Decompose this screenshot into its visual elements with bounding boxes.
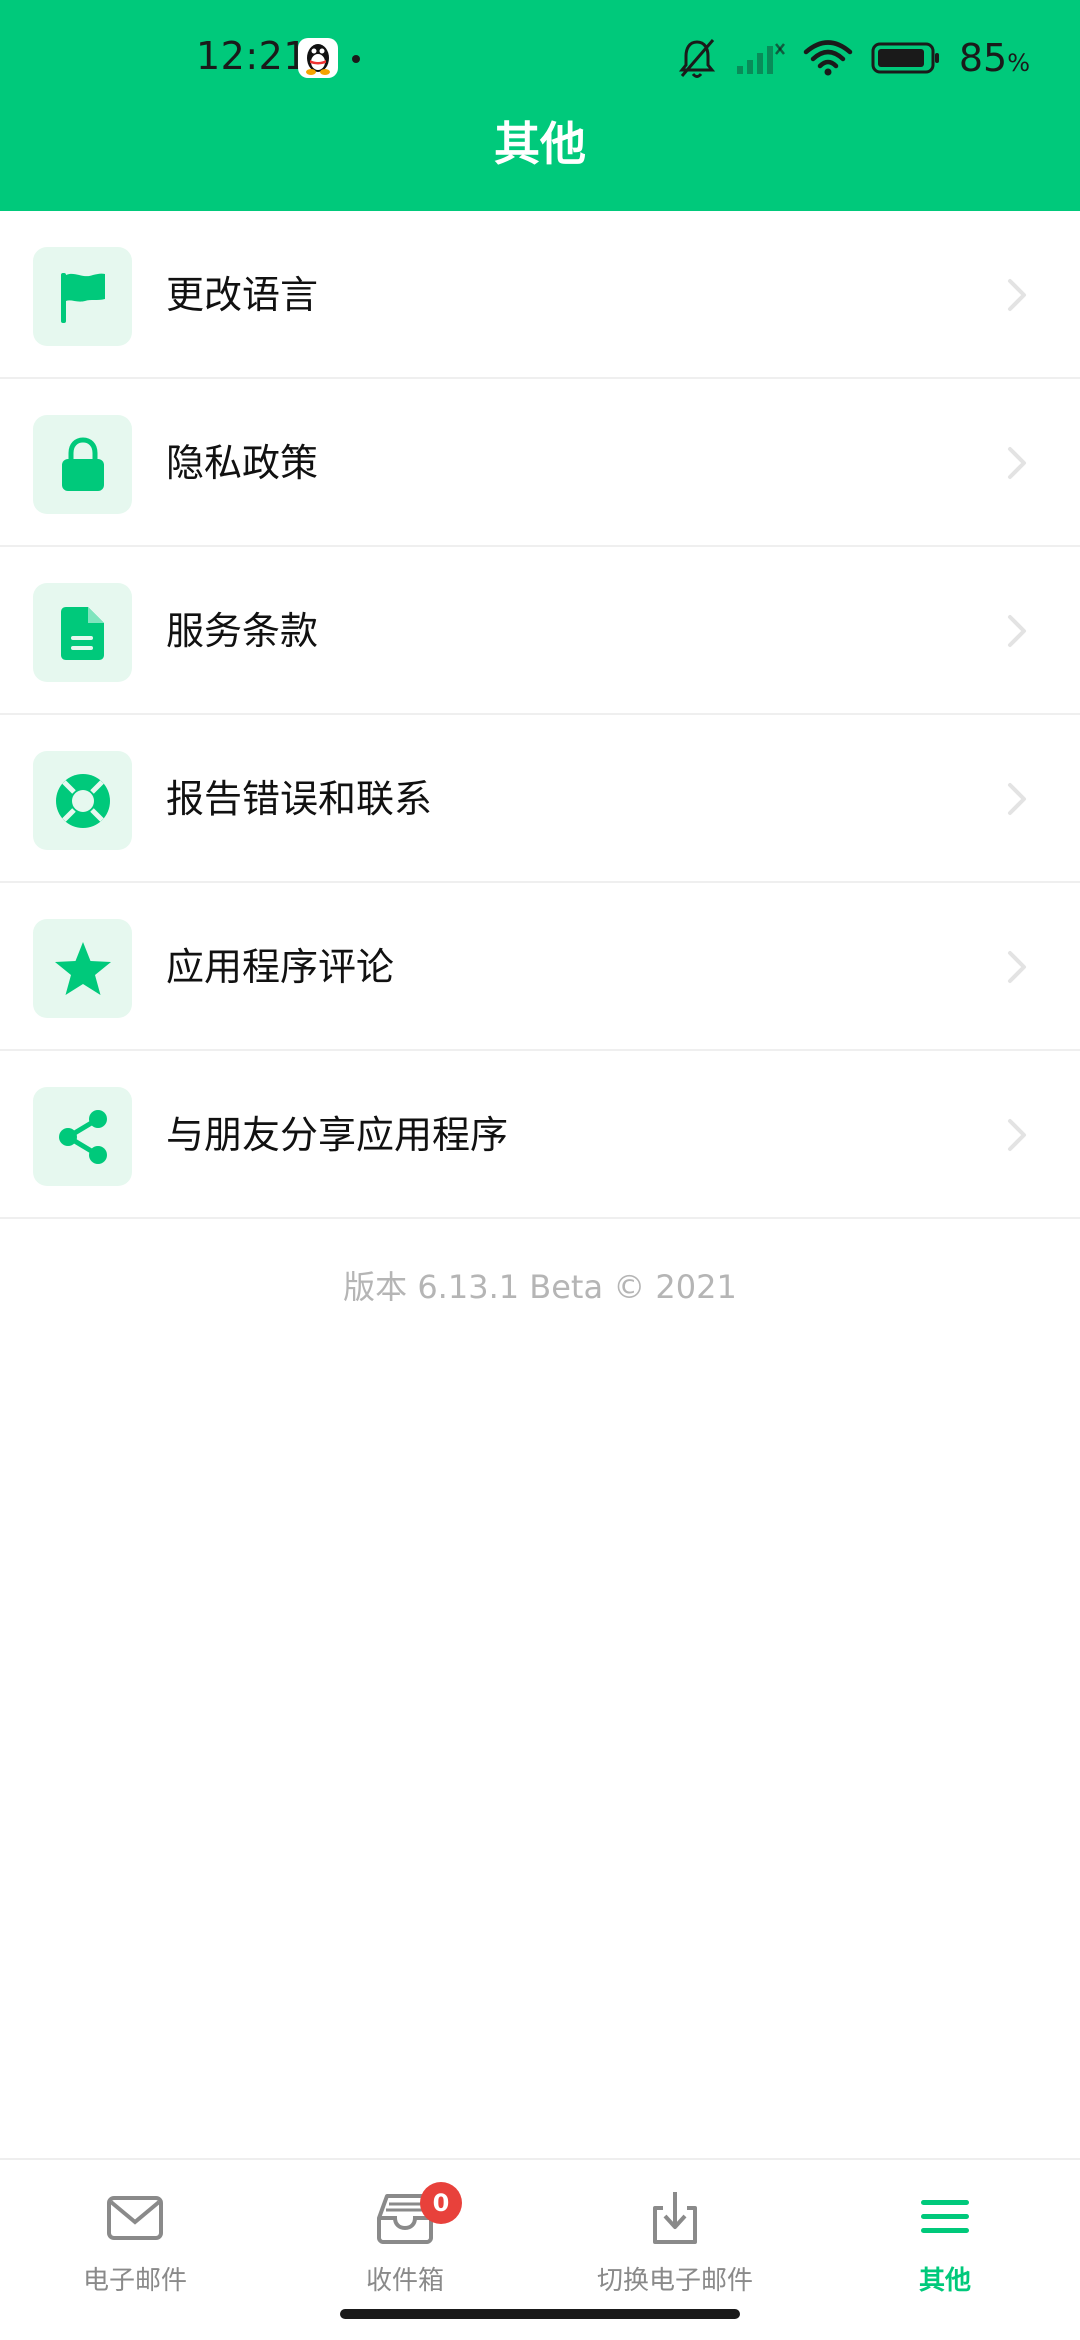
star-icon xyxy=(33,919,132,1018)
menu-item-privacy-policy[interactable]: 隐私政策 xyxy=(0,379,1080,547)
status-icons: 85% xyxy=(677,34,1030,82)
nav-label: 收件箱 xyxy=(365,2266,444,2296)
nav-label: 切换电子邮件 xyxy=(596,2266,753,2296)
status-bar: 12:21 85% xyxy=(0,0,1080,110)
home-indicator[interactable] xyxy=(340,2309,740,2319)
menu-item-label: 与朋友分享应用程序 xyxy=(166,1113,509,1157)
status-time: 12:21 xyxy=(196,34,309,78)
menu-item-label: 应用程序评论 xyxy=(166,945,395,989)
battery-icon xyxy=(871,41,941,75)
flag-icon xyxy=(33,247,132,346)
lifebuoy-icon xyxy=(33,751,132,850)
chevron-right-icon xyxy=(1008,1119,1026,1151)
menu-item-app-review[interactable]: 应用程序评论 xyxy=(0,883,1080,1051)
nav-label: 其他 xyxy=(918,2266,971,2296)
page-title: 其他 xyxy=(494,117,586,171)
nav-label: 电子邮件 xyxy=(82,2266,187,2296)
menu-icon xyxy=(921,2200,969,2233)
menu-item-label: 服务条款 xyxy=(166,609,319,653)
qq-notification-icon xyxy=(298,38,338,78)
nav-tab-switch-email[interactable]: 切换电子邮件 xyxy=(540,2160,810,2300)
chevron-right-icon xyxy=(1008,447,1026,479)
menu-item-label: 更改语言 xyxy=(166,273,319,317)
signal-icon xyxy=(735,40,785,76)
chevron-right-icon xyxy=(1008,951,1026,983)
notification-dot xyxy=(352,55,360,63)
menu-item-terms-of-service[interactable]: 服务条款 xyxy=(0,547,1080,715)
menu-item-change-language[interactable]: 更改语言 xyxy=(0,211,1080,379)
share-icon xyxy=(33,1087,132,1186)
header: 12:21 85% 其他 xyxy=(0,0,1080,211)
nav-tab-email[interactable]: 电子邮件 xyxy=(0,2160,270,2300)
menu-item-report-bug-contact[interactable]: 报告错误和联系 xyxy=(0,715,1080,883)
bell-muted-icon xyxy=(677,36,717,80)
lock-icon xyxy=(33,415,132,514)
screen: 12:21 85% 其他 更改语言 隐私政策 服务条款 报告错误和联系 应用程序… xyxy=(0,0,1080,2340)
chevron-right-icon xyxy=(1008,279,1026,311)
settings-menu-list: 更改语言 隐私政策 服务条款 报告错误和联系 应用程序评论 与朋友分享应用程序 xyxy=(0,211,1080,1219)
menu-item-share-app[interactable]: 与朋友分享应用程序 xyxy=(0,1051,1080,1219)
wifi-icon xyxy=(803,39,853,77)
nav-tab-other[interactable]: 其他 xyxy=(810,2160,1080,2300)
document-icon xyxy=(33,583,132,682)
mail-icon xyxy=(107,2196,163,2240)
unread-count-badge: 0 xyxy=(420,2182,462,2224)
chevron-right-icon xyxy=(1008,615,1026,647)
download-icon xyxy=(653,2192,697,2244)
menu-item-label: 隐私政策 xyxy=(166,441,319,485)
menu-item-label: 报告错误和联系 xyxy=(166,777,433,821)
version-text: 版本 6.13.1 Beta © 2021 xyxy=(343,1268,737,1306)
nav-tab-inbox[interactable]: 0 收件箱 xyxy=(270,2160,540,2300)
battery-level: 85% xyxy=(958,36,1030,80)
chevron-right-icon xyxy=(1008,783,1026,815)
